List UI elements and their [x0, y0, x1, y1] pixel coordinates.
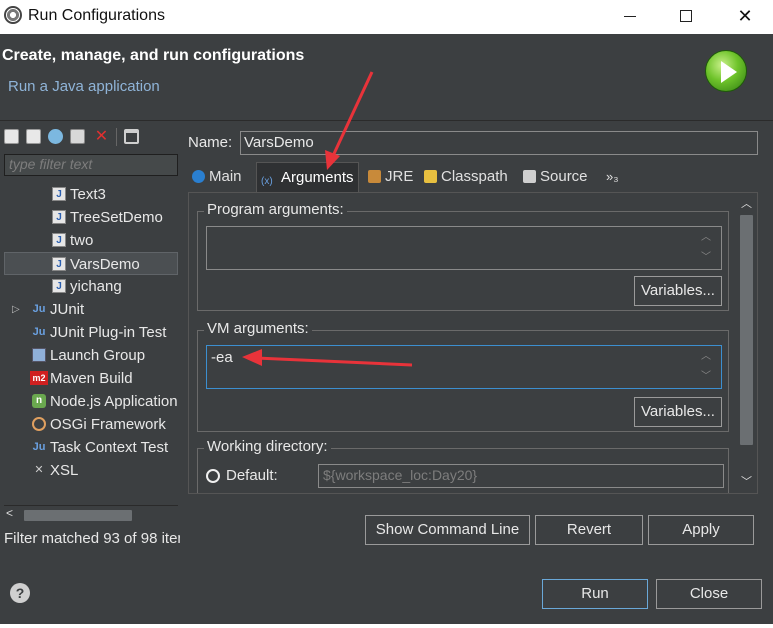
annotation-arrow-arguments-tab: [325, 71, 374, 170]
annotation-arrows: [242, 71, 413, 367]
annotation-arrow-vm-args: [242, 349, 413, 367]
